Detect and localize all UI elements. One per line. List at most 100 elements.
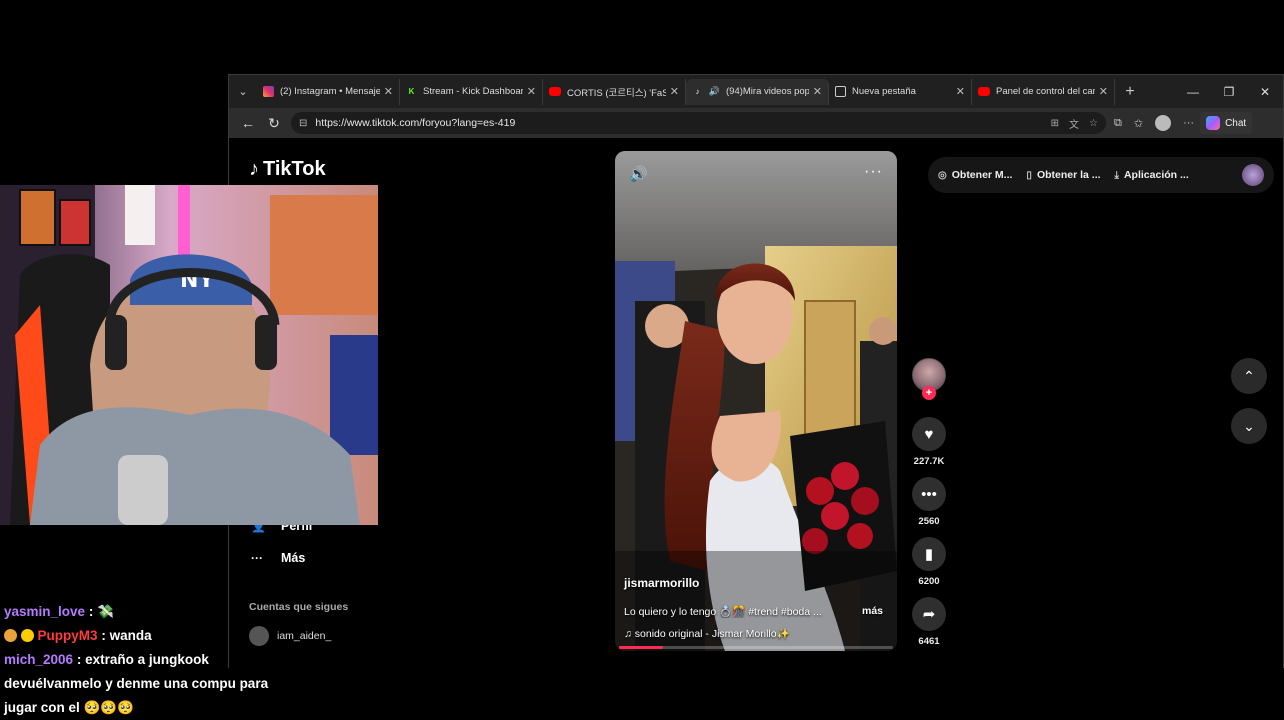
chat-text: 💸 [97,604,114,619]
like-count: 227.7K [913,456,945,467]
kick-icon: K [408,87,415,96]
tiktok-logo[interactable]: ♪ TikTok [249,158,326,181]
webcam-overlay: NY [0,185,378,525]
app-available-icon[interactable]: ⊞ [1051,118,1059,129]
video-player[interactable]: 🔊 ··· jismarmorillo Lo quiero y lo tengo… [615,151,897,651]
share-button[interactable]: ➦ 6461 [909,597,949,647]
tab-title: Panel de control del canal [996,86,1095,97]
profile-avatar[interactable] [1242,164,1264,186]
save-button[interactable]: ▮ 6200 [909,537,949,587]
sidebar-item-more[interactable]: ··· Más [251,551,305,565]
video-username[interactable]: jismarmorillo [624,576,699,590]
chat-username: mich_2006 [4,652,74,667]
minimize-icon[interactable]: — [1175,75,1211,108]
more-menu-icon[interactable]: ··· [1183,117,1194,129]
site-info-icon[interactable]: ⊟ [299,118,307,129]
badge-icon [4,629,17,642]
sidebar-item-label: Más [281,551,306,565]
tab-kick[interactable]: K Stream - Kick Dashboard ✕ [400,78,543,105]
phone-icon: ▯ [1026,169,1032,181]
video-progress-bar[interactable] [619,646,893,649]
tab-youtube[interactable]: CORTIS (코르티스) 'FaSHioN' ✕ [543,78,686,105]
restore-icon[interactable]: ❐ [1211,75,1247,108]
close-icon[interactable]: ✕ [384,85,393,98]
chat-label: Chat [1225,117,1247,129]
youtube-studio-icon [978,87,990,96]
sound-name: sonido original - Jismar Morillo✨ [634,628,790,640]
chat-message: PuppyM3 : wanda [4,624,294,648]
address-bar-row: ← ↻ ⊟ https://www.tiktok.com/foryou?lang… [229,108,1283,138]
save-count: 6200 [918,576,940,587]
chat-username: PuppyM3 [37,628,98,643]
see-more-button[interactable]: más [862,605,883,617]
chat-text: wanda [109,628,152,643]
tab-title: (2) Instagram • Mensajes [280,86,380,97]
more-options-icon[interactable]: ··· [864,163,883,181]
copilot-chat-button[interactable]: Chat [1200,112,1253,134]
logo-text: TikTok [263,158,326,180]
tab-title: Stream - Kick Dashboard [423,86,523,97]
share-count: 6461 [918,636,940,647]
favorites-icon[interactable]: ✩ [1134,117,1143,130]
sound-link[interactable]: ♫ sonido original - Jismar Morillo✨ [624,627,790,640]
comment-count: 2560 [918,516,940,527]
close-window-icon[interactable]: ✕ [1247,75,1283,108]
youtube-icon [549,87,561,96]
bookmark-icon: ▮ [912,537,946,571]
gift-badge-icon [20,629,34,642]
comment-button[interactable]: ••• 2560 [909,477,949,527]
desktop-app-button[interactable]: ⤓ Aplicación ... [1115,169,1189,181]
screen: ⌄ (2) Instagram • Mensajes ✕ K Stream - … [0,0,1284,720]
webcam-feed: NY [0,185,378,525]
back-arrow-icon[interactable]: ← [235,110,261,136]
like-button[interactable]: ♥ 227.7K [909,417,949,467]
chat-separator: : [88,604,98,619]
top-actions-bar: ◎ Obtener M... ▯ Obtener la ... ⤓ Aplica… [928,157,1274,193]
extensions-icon[interactable]: ⧉ [1114,117,1122,130]
tiktok-icon: ♪ [695,87,700,96]
download-icon: ⤓ [1114,169,1119,181]
chat-username: yasmin_love [4,604,86,619]
tab-title: (94)Mira videos populares [726,86,809,97]
coin-icon: ◎ [938,169,947,181]
music-note-icon: ♫ [624,628,632,640]
new-tab-plus-icon[interactable]: + [1115,83,1145,101]
browser-window: ⌄ (2) Instagram • Mensajes ✕ K Stream - … [228,74,1284,669]
close-icon[interactable]: ✕ [1099,85,1108,98]
tab-instagram[interactable]: (2) Instagram • Mensajes ✕ [257,78,400,105]
instagram-icon [263,86,274,97]
profile-avatar-icon[interactable] [1155,115,1172,131]
get-coins-button[interactable]: ◎ Obtener M... [938,169,1012,181]
chat-message: mich_2006 : extraño a jungkook devuélvan… [4,648,294,720]
tab-new-tab[interactable]: Nueva pestaña ✕ [829,78,972,105]
previous-video-chevron-up-icon[interactable]: ⌃ [1231,358,1267,394]
comment-icon: ••• [912,477,946,511]
tab-actions-chevron-icon[interactable]: ⌄ [229,75,257,108]
get-app-button[interactable]: ▯ Obtener la ... [1026,169,1100,181]
follow-plus-icon[interactable]: + [922,386,936,400]
translate-icon[interactable]: 文 [1069,116,1079,131]
action-label: Obtener la ... [1036,169,1101,181]
close-icon[interactable]: ✕ [813,85,822,98]
refresh-icon[interactable]: ↻ [261,110,287,136]
action-label: Obtener M... [951,169,1013,181]
close-icon[interactable]: ✕ [527,85,536,98]
tab-youtube-studio[interactable]: Panel de control del canal ✕ [972,78,1115,105]
tab-tiktok[interactable]: ♪ 🔊 (94)Mira videos populares ✕ [686,78,829,105]
stream-chat: yasmin_love : 💸 PuppyM3 : wanda mich_200… [4,600,294,720]
volume-icon[interactable]: 🔊 [629,165,648,183]
copilot-icon [1206,116,1221,130]
speaker-icon[interactable]: 🔊 [709,86,720,97]
tiktok-page: ♪ TikTok 👤 Perfil ··· Más Cuentas que si… [229,138,1283,669]
video-progress-fill [619,646,663,649]
close-icon[interactable]: ✕ [670,85,679,98]
url-input[interactable]: ⊟ https://www.tiktok.com/foryou?lang=es-… [291,112,1106,134]
share-icon: ➦ [912,597,946,631]
close-icon[interactable]: ✕ [956,85,965,98]
tab-title: CORTIS (코르티스) 'FaSHioN' [567,87,666,99]
next-video-chevron-down-icon[interactable]: ⌄ [1231,408,1267,444]
more-dots-icon: ··· [251,551,263,565]
video-description: Lo quiero y lo tengo 💍🎊 #trend #boda ... [624,606,822,618]
favorite-star-icon[interactable]: ☆ [1089,118,1098,129]
tiktok-note-icon: ♪ [249,158,259,180]
